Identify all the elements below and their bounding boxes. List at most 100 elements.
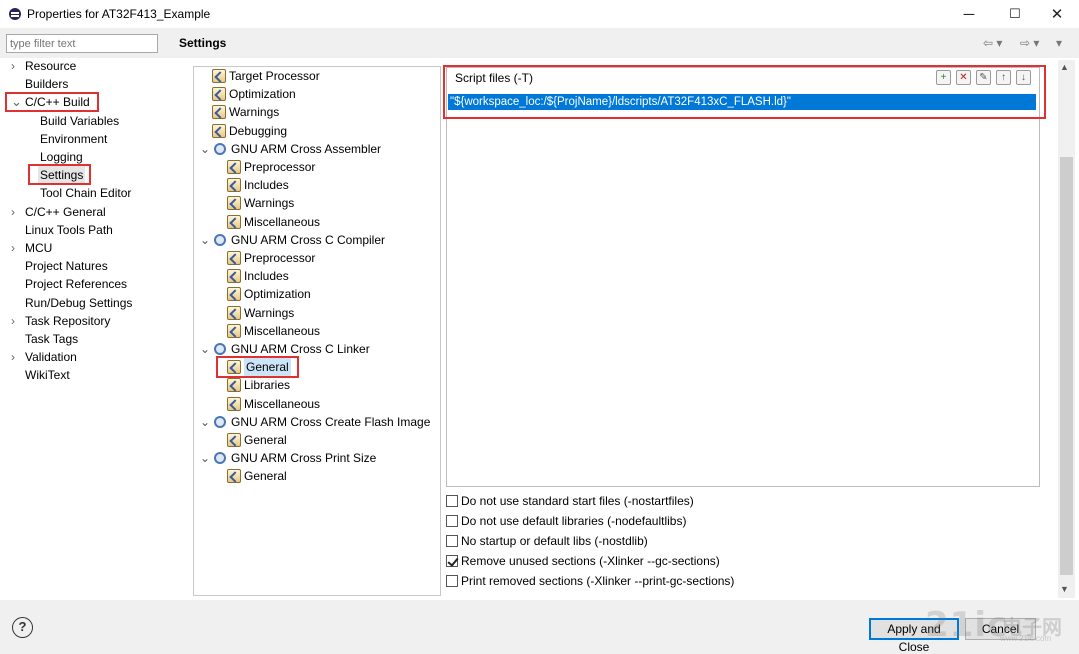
option-page-icon (212, 123, 226, 138)
nav-item-project-references[interactable]: Project References (25, 275, 127, 293)
scroll-down-icon[interactable]: ▼ (1060, 584, 1069, 594)
expand-arrow-icon[interactable]: ⌄ (199, 140, 211, 158)
option-page-icon (212, 87, 226, 102)
option-label: Remove unused sections (-Xlinker --gc-se… (461, 554, 720, 568)
tree-item-label: GNU ARM Cross Assembler (231, 141, 382, 156)
maximize-button[interactable]: ☐ (993, 0, 1037, 28)
highlight-settings (28, 164, 91, 185)
scroll-up-icon[interactable]: ▲ (1060, 62, 1069, 72)
nav-item-task-repository[interactable]: Task Repository (25, 312, 110, 330)
option-page-icon (227, 196, 241, 211)
collapse-arrow-icon[interactable]: › (11, 203, 15, 221)
tree-item-optimization[interactable]: Optimization (212, 85, 296, 103)
tree-item-general[interactable]: General (227, 467, 287, 485)
collapse-arrow-icon[interactable]: › (11, 57, 15, 75)
nav-item-validation[interactable]: Validation (25, 348, 77, 366)
tree-item-preprocessor[interactable]: Preprocessor (227, 158, 315, 176)
tree-item-miscellaneous[interactable]: Miscellaneous (227, 322, 320, 340)
watermark-url: www.21ic.com (1000, 634, 1052, 643)
tree-item-gnu-arm-cross-print-size[interactable]: ⌄ GNU ARM Cross Print Size (199, 449, 376, 467)
help-icon[interactable]: ? (12, 617, 33, 638)
option-checkbox[interactable] (446, 515, 458, 527)
page-header (166, 31, 1079, 58)
tree-item-target-processor[interactable]: Target Processor (212, 67, 320, 85)
collapse-arrow-icon[interactable]: › (11, 239, 15, 257)
back-icon[interactable]: ⇦ ▾ (983, 36, 1002, 50)
nav-item-resource[interactable]: Resource (25, 57, 76, 75)
option-checkbox[interactable] (446, 535, 458, 547)
tree-item-label: Warnings (229, 105, 280, 120)
nav-item-wikitext[interactable]: WikiText (25, 366, 70, 384)
linker-option-row[interactable]: No startup or default libs (-nostdlib) (446, 532, 648, 550)
option-checkbox[interactable] (446, 555, 458, 567)
option-page-icon (212, 105, 226, 120)
highlight-linker-general (216, 356, 299, 378)
option-page-icon (227, 323, 241, 338)
linker-option-row[interactable]: Do not use standard start files (-nostar… (446, 492, 694, 510)
window-title: Properties for AT32F413_Example (27, 7, 211, 21)
expand-arrow-icon[interactable]: ⌄ (199, 449, 211, 467)
option-label: No startup or default libs (-nostdlib) (461, 534, 648, 548)
nav-item-environment[interactable]: Environment (40, 130, 107, 148)
minimize-button[interactable]: ─ (947, 0, 991, 28)
option-page-icon (227, 305, 241, 320)
tree-item-miscellaneous[interactable]: Miscellaneous (227, 213, 320, 231)
tree-item-gnu-arm-cross-create-flash-image[interactable]: ⌄ GNU ARM Cross Create Flash Image (199, 413, 430, 431)
tree-item-label: Miscellaneous (244, 214, 321, 229)
nav-item-run-debug-settings[interactable]: Run/Debug Settings (25, 294, 132, 312)
tree-item-label: Warnings (244, 196, 295, 211)
option-page-icon (227, 269, 241, 284)
close-button[interactable]: ✕ (1035, 0, 1079, 28)
title-bar: Properties for AT32F413_Example (0, 0, 1079, 28)
nav-item-task-tags[interactable]: Task Tags (25, 330, 78, 348)
tree-item-libraries[interactable]: Libraries (227, 376, 290, 394)
tree-item-includes[interactable]: Includes (227, 176, 289, 194)
tree-item-label: Libraries (244, 378, 291, 393)
collapse-arrow-icon[interactable]: › (11, 312, 15, 330)
tree-item-debugging[interactable]: Debugging (212, 122, 287, 140)
option-checkbox[interactable] (446, 495, 458, 507)
page-title: Settings (179, 36, 227, 50)
option-checkbox[interactable] (446, 575, 458, 587)
linker-option-row[interactable]: Remove unused sections (-Xlinker --gc-se… (446, 552, 720, 570)
nav-item-build-variables[interactable]: Build Variables (40, 112, 119, 130)
nav-item-linux-tools-path[interactable]: Linux Tools Path (25, 221, 113, 239)
nav-item-project-natures[interactable]: Project Natures (25, 257, 108, 275)
eclipse-app-icon (9, 8, 21, 20)
nav-item-mcu[interactable]: MCU (25, 239, 52, 257)
tree-item-label: Warnings (244, 305, 295, 320)
view-menu-icon[interactable]: ▾ (1056, 36, 1062, 50)
watermark-logo: 21ic (925, 605, 1009, 645)
expand-arrow-icon[interactable]: ⌄ (199, 413, 211, 431)
tree-item-optimization[interactable]: Optimization (227, 285, 311, 303)
script-files-list[interactable] (446, 67, 1040, 487)
tree-item-label: GNU ARM Cross C Compiler (231, 232, 386, 247)
tree-item-warnings[interactable]: Warnings (227, 304, 294, 322)
tree-item-gnu-arm-cross-c-compiler[interactable]: ⌄ GNU ARM Cross C Compiler (199, 231, 385, 249)
tree-item-label: GNU ARM Cross Print Size (231, 451, 377, 466)
linker-option-row[interactable]: Do not use default libraries (-nodefault… (446, 512, 686, 530)
option-page-icon (227, 396, 241, 411)
nav-item-c-c-general[interactable]: C/C++ General (25, 203, 106, 221)
linker-option-row[interactable]: Print removed sections (-Xlinker --print… (446, 572, 734, 590)
tree-item-label: Miscellaneous (244, 323, 321, 338)
expand-arrow-icon[interactable]: ⌄ (199, 340, 211, 358)
collapse-arrow-icon[interactable]: › (11, 348, 15, 366)
tree-item-label: Optimization (244, 287, 311, 302)
tree-item-warnings[interactable]: Warnings (227, 194, 294, 212)
tree-item-includes[interactable]: Includes (227, 267, 289, 285)
tree-item-miscellaneous[interactable]: Miscellaneous (227, 395, 320, 413)
option-page-icon (212, 69, 226, 83)
expand-arrow-icon[interactable]: ⌄ (199, 231, 211, 249)
nav-item-builders[interactable]: Builders (25, 75, 68, 93)
scrollbar-thumb[interactable] (1060, 157, 1073, 575)
tree-item-warnings[interactable]: Warnings (212, 103, 279, 121)
filter-input[interactable] (6, 34, 158, 53)
forward-icon[interactable]: ⇨ ▾ (1020, 36, 1039, 50)
tree-item-preprocessor[interactable]: Preprocessor (227, 249, 315, 267)
nav-item-tool-chain-editor[interactable]: Tool Chain Editor (40, 184, 131, 202)
tree-item-label: Target Processor (229, 69, 320, 83)
tree-item-general[interactable]: General (227, 431, 287, 449)
tree-item-label: Debugging (229, 123, 288, 138)
tree-item-gnu-arm-cross-assembler[interactable]: ⌄ GNU ARM Cross Assembler (199, 140, 381, 158)
